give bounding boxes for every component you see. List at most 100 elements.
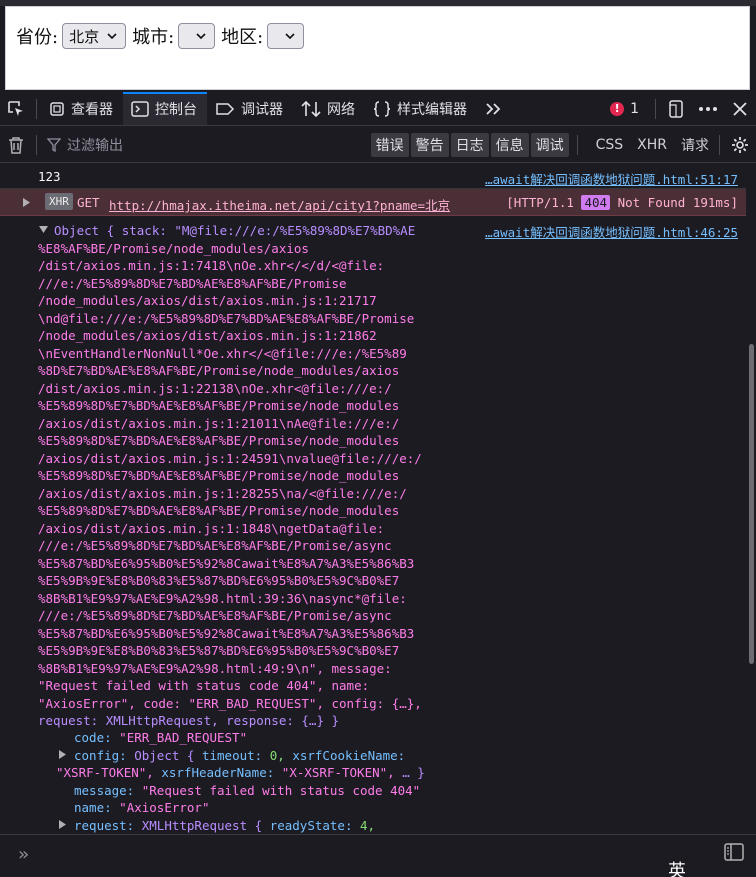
ellipsis-icon xyxy=(699,106,717,111)
expand-arrow-icon[interactable] xyxy=(59,750,66,759)
area-select[interactable] xyxy=(267,23,305,49)
city-label: 城市: xyxy=(132,27,175,48)
object-summary-first-line[interactable]: Object { stack: "M@file:///e:/%E5%89%8D%… xyxy=(54,222,415,240)
console-icon xyxy=(131,100,149,117)
xhr-url-link[interactable]: http://hmajax.itheima.net/api/city1?pnam… xyxy=(109,195,450,214)
tab-style-editor[interactable]: 样式编辑器 xyxy=(365,92,477,125)
log-text: 123 xyxy=(38,169,61,184)
filter-placeholder: 过滤输出 xyxy=(67,137,123,154)
object-summary-line: \nd@file:///e:/%E5%89%8D%E7%BD%AE%E8%AF%… xyxy=(38,310,415,326)
tab-style-editor-label: 样式编辑器 xyxy=(397,101,467,118)
object-summary-line: %E5%89%8D%E7%BD%AE%E8%AF%BE/Promise/node… xyxy=(38,468,400,483)
expand-arrow-icon[interactable] xyxy=(22,197,31,208)
province-label: 省份: xyxy=(16,27,59,48)
devtools-toolbar: 查看器 控制台 调试器 网络 样式编辑器 ! 1 xyxy=(0,92,756,126)
prop-config[interactable]: config: Object { timeout: 0, xsrfCookieN… xyxy=(74,747,405,765)
prop-config-continued: "XSRF-TOKEN", xsrfHeaderName: "X-XSRF-TO… xyxy=(56,765,425,780)
level-errors-button[interactable]: 错误 xyxy=(370,132,409,157)
level-logs-button[interactable]: 日志 xyxy=(450,132,489,157)
object-summary-line: /axios/dist/axios.min.js:1:28255\na/<@fi… xyxy=(38,485,407,501)
area-label: 地区: xyxy=(221,27,264,48)
console-input-row[interactable]: » 英 xyxy=(0,834,756,877)
log-level-filters: 错误 警告 日志 信息 调试 CSS XHR 请求 xyxy=(369,132,756,157)
xhr-error-message[interactable]: XHR GET http://hmajax.itheima.net/api/ci… xyxy=(0,189,746,216)
object-summary-body[interactable]: %E8%AF%BE/Promise/node_modules/axios /di… xyxy=(38,240,458,730)
object-summary-line: %E5%9B%9E%E8%B0%83%E5%87%BD%E6%95%B0%E5%… xyxy=(38,643,400,658)
city-select[interactable] xyxy=(178,23,216,49)
console-scrollbar[interactable] xyxy=(746,164,756,834)
chevron-down-icon xyxy=(196,33,206,40)
object-summary-line: /axios/dist/axios.min.js:1:1848\ngetData… xyxy=(38,520,385,536)
close-icon xyxy=(733,101,747,116)
log-source-link[interactable]: …await解决回调函数地狱问题.html:51:17 xyxy=(485,169,738,188)
filter-css-button[interactable]: CSS xyxy=(596,137,624,153)
trash-icon xyxy=(9,136,23,154)
tab-network-label: 网络 xyxy=(327,101,355,118)
tab-inspector[interactable]: 查看器 xyxy=(41,92,123,125)
element-picker-button[interactable] xyxy=(0,92,32,125)
toolbar-separator xyxy=(36,98,37,119)
toolbar-separator xyxy=(719,134,720,155)
object-summary-line: %E5%89%8D%E7%BD%AE%E8%AF%BE/Promise/node… xyxy=(38,433,400,448)
console-settings-button[interactable] xyxy=(724,136,756,154)
object-summary-line: %E5%87%BD%E6%95%B0%E5%92%8Cawait%E8%A7%A… xyxy=(38,555,415,571)
object-summary-line: /dist/axios.min.js:1:22138\nOe.xhr<@file… xyxy=(38,380,392,396)
ime-indicator: 英 xyxy=(668,861,686,877)
tab-network[interactable]: 网络 xyxy=(293,92,365,125)
object-summary-line: /axios/dist/axios.min.js:1:21011\nAe@fil… xyxy=(38,415,400,431)
filter-output-input[interactable]: 过滤输出 xyxy=(47,135,123,155)
filter-requests-button[interactable]: 请求 xyxy=(681,135,709,155)
filter-icon xyxy=(47,137,61,152)
clear-console-button[interactable] xyxy=(0,127,32,162)
xhr-method: GET xyxy=(77,195,100,210)
error-count-value: 1 xyxy=(630,100,639,117)
tab-console[interactable]: 控制台 xyxy=(123,92,207,125)
xhr-status: [HTTP/1.1 404 Not Found 191ms] xyxy=(506,195,738,210)
dock-options-button[interactable] xyxy=(660,92,692,125)
split-console-icon xyxy=(724,843,744,861)
object-summary-line: /node_modules/axios/dist/axios.min.js:1:… xyxy=(38,293,377,308)
expand-arrow-icon[interactable] xyxy=(59,820,66,829)
collapse-arrow-icon[interactable] xyxy=(38,225,49,234)
object-summary-line: ///e:/%E5%89%8D%E7%BD%AE%E8%AF%BE/Promis… xyxy=(38,275,347,291)
tab-inspector-label: 查看器 xyxy=(71,101,113,118)
prop-request[interactable]: request: XMLHttpRequest { readyState: 4, xyxy=(74,817,375,835)
toggle-editor-button[interactable] xyxy=(724,843,744,865)
close-devtools-button[interactable] xyxy=(724,92,756,125)
level-debug-button[interactable]: 调试 xyxy=(530,132,569,157)
object-summary-line: /node_modules/axios/dist/axios.min.js:1:… xyxy=(38,328,377,343)
object-summary-line: %8D%E7%BD%AE%E8%AF%BE/Promise/node_modul… xyxy=(38,363,400,378)
console-prompt-icon: » xyxy=(18,844,29,865)
tab-debugger[interactable]: 调试器 xyxy=(207,92,293,125)
options-menu-button[interactable] xyxy=(692,92,724,125)
toolbar-separator xyxy=(36,134,37,155)
scrollbar-thumb[interactable] xyxy=(749,344,754,664)
level-info-button[interactable]: 信息 xyxy=(490,132,529,157)
object-line-0: Object { stack: "M@file:///e:/%E5%89%8D%… xyxy=(54,223,416,238)
object-summary-line: %E5%9B%9E%E8%B0%83%E5%87%BD%E6%95%B0%E5%… xyxy=(38,573,400,588)
object-summary-line: /axios/dist/axios.min.js:1:24591\nvalue@… xyxy=(38,450,422,466)
network-icon xyxy=(301,100,321,117)
province-select-value: 北京 xyxy=(69,27,100,46)
error-count-indicator[interactable]: ! 1 xyxy=(610,101,651,117)
filter-xhr-button[interactable]: XHR xyxy=(637,137,667,153)
object-source-link[interactable]: …await解决回调函数地狱问题.html:46:25 xyxy=(485,222,738,241)
object-summary-line: %E8%AF%BE/Promise/node_modules/axios xyxy=(38,240,309,256)
object-summary-line: %E5%89%8D%E7%BD%AE%E8%AF%BE/Promise/node… xyxy=(38,398,400,413)
xhr-badge: XHR xyxy=(45,193,73,210)
object-summary-line: /dist/axios.min.js:1:7418\nOe.xhr</</d/<… xyxy=(38,258,385,273)
xhr-status-suffix: Not Found 191ms] xyxy=(617,195,738,210)
toolbar-separator xyxy=(576,134,578,155)
level-warnings-button[interactable]: 警告 xyxy=(410,132,449,157)
province-select[interactable]: 北京 xyxy=(62,23,127,49)
debugger-icon xyxy=(216,102,235,115)
page-viewport: 省份: 北京 城市: 地区: xyxy=(5,6,750,90)
prop-code: code: "ERR_BAD_REQUEST" xyxy=(74,730,248,745)
error-alert-icon: ! xyxy=(610,101,625,116)
object-summary-line: "AxiosError", code: "ERR_BAD_REQUEST", c… xyxy=(38,695,422,711)
more-tabs-button[interactable] xyxy=(477,92,509,125)
prop-message: message: "Request failed with status cod… xyxy=(74,782,421,798)
object-summary-line: \nEventHandlerNonNull*Oe.xhr</<@file:///… xyxy=(38,345,407,361)
responsive-design-icon xyxy=(669,99,683,118)
element-picker-icon xyxy=(8,100,23,116)
